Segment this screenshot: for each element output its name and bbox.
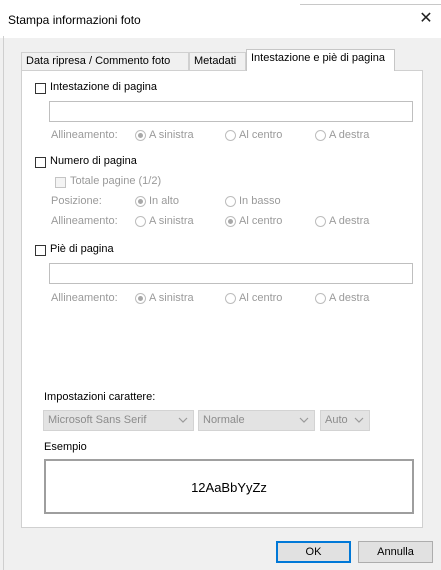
header-align-center-label[interactable]: Al centro [239, 129, 282, 141]
tab-header-footer[interactable]: Intestazione e piè di pagina [246, 49, 395, 71]
page-number-align-center-radio[interactable] [225, 216, 236, 227]
position-bottom-radio[interactable] [225, 196, 236, 207]
header-checkbox-label[interactable]: Intestazione di pagina [50, 81, 157, 93]
header-align-right-label[interactable]: A destra [329, 129, 369, 141]
page-number-align-right-label[interactable]: A destra [329, 215, 369, 227]
font-style-select[interactable]: Normale [198, 410, 315, 431]
tab-label: Metadati [194, 55, 237, 67]
footer-align-left-radio[interactable] [135, 293, 146, 304]
position-top-radio[interactable] [135, 196, 146, 207]
total-pages-label[interactable]: Totale pagine (1/2) [70, 175, 161, 187]
tab-label: Data ripresa / Commento foto [26, 55, 171, 67]
font-settings-label: Impostazioni carattere: [44, 391, 156, 403]
header-checkbox[interactable] [35, 83, 46, 94]
ok-button[interactable]: OK [276, 541, 351, 563]
cancel-button[interactable]: Annulla [358, 541, 433, 563]
tab-metadata[interactable]: Metadati [189, 52, 246, 70]
page-number-align-center-label[interactable]: Al centro [239, 215, 282, 227]
sample-label: Esempio [44, 441, 87, 453]
chevron-down-icon [299, 417, 309, 423]
close-icon[interactable]: ✕ [411, 4, 441, 34]
header-align-center-radio[interactable] [225, 130, 236, 141]
header-align-right-radio[interactable] [315, 130, 326, 141]
font-size-select[interactable]: Auto [320, 410, 370, 431]
page-number-align-left-radio[interactable] [135, 216, 146, 227]
chevron-down-icon [354, 417, 364, 423]
page-number-align-right-radio[interactable] [315, 216, 326, 227]
footer-align-right-label[interactable]: A destra [329, 292, 369, 304]
footer-checkbox-label[interactable]: Piè di pagina [50, 243, 114, 255]
header-align-left-label[interactable]: A sinistra [149, 129, 194, 141]
page-number-checkbox[interactable] [35, 157, 46, 168]
footer-alignment-label: Allineamento: [51, 292, 118, 304]
position-bottom-label[interactable]: In basso [239, 195, 281, 207]
font-style-value: Normale [203, 414, 245, 426]
header-text-field[interactable] [49, 101, 413, 122]
footer-checkbox[interactable] [35, 245, 46, 256]
page-number-alignment-label: Allineamento: [51, 215, 118, 227]
title-bar: Stampa informazioni foto ✕ [0, 0, 441, 38]
footer-text-field[interactable] [49, 263, 413, 284]
font-family-value: Microsoft Sans Serif [48, 414, 147, 426]
page-number-align-left-label[interactable]: A sinistra [149, 215, 194, 227]
chevron-down-icon [178, 417, 188, 423]
footer-align-right-radio[interactable] [315, 293, 326, 304]
footer-align-center-label[interactable]: Al centro [239, 292, 282, 304]
position-label: Posizione: [51, 195, 102, 207]
header-align-left-radio[interactable] [135, 130, 146, 141]
footer-align-center-radio[interactable] [225, 293, 236, 304]
sample-preview-box: 12AaBbYyZz [44, 459, 414, 514]
sample-preview-text: 12AaBbYyZz [191, 480, 267, 495]
header-alignment-label: Allineamento: [51, 129, 118, 141]
page-number-checkbox-label[interactable]: Numero di pagina [50, 155, 137, 167]
total-pages-checkbox[interactable] [55, 177, 66, 188]
window-title: Stampa informazioni foto [8, 13, 141, 27]
position-top-label[interactable]: In alto [149, 195, 179, 207]
print-photo-info-dialog: Stampa informazioni foto ✕ Data ripresa … [0, 0, 441, 570]
tab-date-comment[interactable]: Data ripresa / Commento foto [21, 52, 189, 70]
font-family-select[interactable]: Microsoft Sans Serif [43, 410, 194, 431]
footer-align-left-label[interactable]: A sinistra [149, 292, 194, 304]
window-left-border [3, 36, 4, 570]
tab-label: Intestazione e piè di pagina [251, 52, 385, 64]
font-size-value: Auto [325, 414, 348, 426]
